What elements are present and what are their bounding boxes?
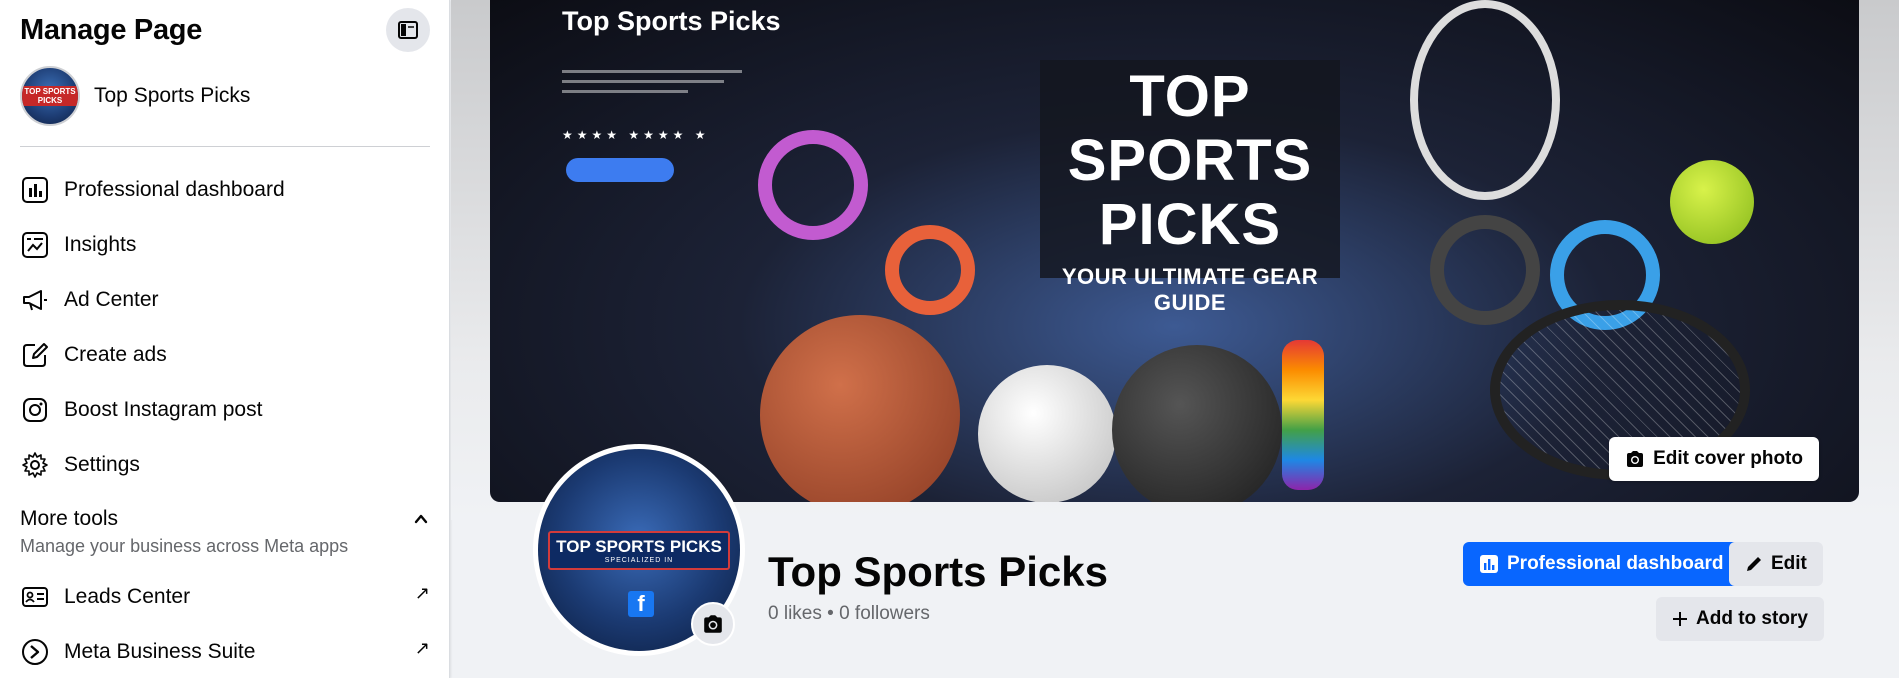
sidebar-item-professional-dashboard[interactable]: Professional dashboard bbox=[20, 162, 430, 217]
more-tools-title: More tools bbox=[20, 507, 119, 530]
sidebar-item-create-ads[interactable]: Create ads bbox=[20, 327, 430, 382]
bottle-graphic bbox=[1282, 340, 1324, 490]
avatar-mini-text: TOP SPORTS PICKS bbox=[22, 86, 78, 106]
sidebar-item-leads-center[interactable]: Leads Center ↗ bbox=[20, 569, 430, 624]
dumbbell-graphic bbox=[1430, 215, 1540, 325]
external-link-icon: ↗ bbox=[414, 583, 430, 603]
current-page-row[interactable]: TOP SPORTS PICKS Top Sports Picks bbox=[20, 66, 250, 126]
cover-headline-box: TOP SPORTS PICKS YOUR ULTIMATE GEAR GUID… bbox=[1040, 60, 1340, 315]
cover-headline-line: TOP bbox=[1129, 64, 1251, 129]
more-tools-subtitle: Manage your business across Meta apps bbox=[20, 536, 349, 556]
add-to-story-label: Add to story bbox=[1696, 608, 1808, 629]
update-profile-picture-button[interactable] bbox=[691, 602, 735, 646]
sidebar-item-meta-business-suite[interactable]: Meta Business Suite ↗ bbox=[20, 624, 430, 678]
page-avatar-small: TOP SPORTS PICKS bbox=[20, 66, 80, 126]
megaphone-icon bbox=[20, 285, 50, 315]
profile-logo-text: TOP SPORTS PICKS bbox=[556, 536, 722, 556]
cover-headline-line: SPORTS bbox=[1067, 128, 1313, 193]
nav-label: Professional dashboard bbox=[64, 177, 285, 201]
cover-text-lines bbox=[562, 70, 742, 100]
camera-icon bbox=[1627, 451, 1644, 467]
cover-photo: Top Sports Picks ★★★★ ★★★★ ★ TOP SPORTS … bbox=[490, 0, 1859, 502]
more-tools-section: More tools Manage your business across M… bbox=[20, 504, 430, 557]
edit-page-button[interactable]: Edit bbox=[1729, 542, 1823, 586]
sidebar-header: Manage Page bbox=[20, 8, 430, 52]
sidebar-divider bbox=[20, 146, 430, 147]
edit-label: Edit bbox=[1771, 553, 1807, 574]
dark-ball-graphic bbox=[1112, 345, 1282, 502]
dashboard-icon bbox=[20, 175, 50, 205]
cover-tagline: YOUR ULTIMATE GEAR GUIDE bbox=[1061, 264, 1319, 315]
contact-card-icon bbox=[20, 582, 50, 612]
dumbbell-graphic bbox=[758, 130, 868, 240]
page-stats: 0 likes • 0 followers bbox=[768, 603, 930, 624]
insights-icon bbox=[20, 230, 50, 260]
cover-small-title: Top Sports Picks bbox=[562, 6, 781, 36]
sidebar-item-insights[interactable]: Insights bbox=[20, 217, 430, 272]
page-title: Top Sports Picks bbox=[768, 548, 1108, 595]
current-page-name: Top Sports Picks bbox=[94, 84, 251, 107]
plus-icon bbox=[1673, 612, 1687, 626]
nav-label: Insights bbox=[64, 232, 137, 256]
cover-stars: ★★★★ ★★★★ ★ bbox=[562, 128, 710, 142]
edit-cover-photo-label: Edit cover photo bbox=[1653, 448, 1803, 469]
dumbbell-graphic bbox=[885, 225, 975, 315]
tool-label: Meta Business Suite bbox=[64, 639, 256, 663]
nav-label: Boost Instagram post bbox=[64, 397, 263, 421]
sidebar-title: Manage Page bbox=[20, 13, 203, 46]
manage-page-sidebar: Manage Page TOP SPORTS PICKS Top Sports … bbox=[0, 0, 450, 678]
gear-icon bbox=[20, 450, 50, 480]
tennis-ball-graphic bbox=[1670, 160, 1754, 244]
cover-headline-line: PICKS bbox=[1098, 192, 1282, 257]
sidebar-nav: Professional dashboard Insights Ad Cente… bbox=[20, 162, 430, 492]
tool-label: Leads Center bbox=[64, 584, 191, 608]
soccer-ball-graphic bbox=[978, 365, 1116, 502]
basketball-graphic bbox=[760, 315, 960, 502]
dashboard-icon bbox=[1480, 555, 1498, 573]
cover-pill-decoration bbox=[566, 158, 674, 182]
external-link-icon: ↗ bbox=[414, 638, 430, 658]
instagram-icon bbox=[20, 395, 50, 425]
meta-suite-icon bbox=[20, 637, 50, 667]
profile-logo-banner: TOP SPORTS PICKS SPECIALIZED IN bbox=[548, 530, 730, 570]
edit-cover-photo-button[interactable]: Edit cover photo bbox=[1609, 437, 1819, 481]
sidebar-item-ad-center[interactable]: Ad Center bbox=[20, 272, 430, 327]
more-tools-list: Leads Center ↗ Meta Business Suite ↗ bbox=[20, 569, 430, 678]
sidebar-toggle-icon bbox=[398, 21, 418, 39]
sidebar-item-boost-instagram[interactable]: Boost Instagram post bbox=[20, 382, 430, 437]
racket-graphic bbox=[1410, 0, 1560, 200]
add-to-story-button[interactable]: Add to story bbox=[1656, 597, 1824, 641]
camera-icon bbox=[704, 615, 722, 633]
chevron-up-icon bbox=[414, 514, 428, 524]
nav-label: Settings bbox=[64, 452, 140, 476]
nav-label: Create ads bbox=[64, 342, 167, 366]
nav-label: Ad Center bbox=[64, 287, 159, 311]
facebook-logo-icon: f bbox=[628, 591, 654, 617]
pencil-square-icon bbox=[20, 340, 50, 370]
pencil-icon bbox=[1747, 557, 1761, 571]
professional-dashboard-label: Professional dashboard bbox=[1507, 553, 1724, 574]
profile-logo-subtext: SPECIALIZED IN bbox=[604, 556, 674, 564]
more-tools-toggle[interactable]: More tools bbox=[20, 504, 430, 534]
professional-dashboard-button[interactable]: Professional dashboard bbox=[1463, 542, 1740, 586]
sidebar-item-settings[interactable]: Settings bbox=[20, 437, 430, 492]
collapse-sidebar-button[interactable] bbox=[386, 8, 430, 52]
